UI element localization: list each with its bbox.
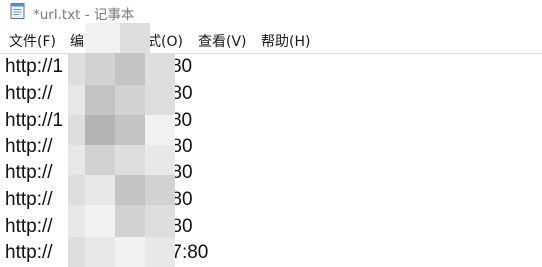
text-line: http:// 5:80 xyxy=(5,136,193,158)
line-prefix: http:// xyxy=(5,83,53,104)
text-line: http://1 3:80 xyxy=(5,110,192,132)
line-suffix: 1:80 xyxy=(155,216,193,237)
menu-view[interactable]: 查看(V) xyxy=(198,31,247,51)
line-suffix: 3:80 xyxy=(155,110,193,131)
line-suffix: 5:80 xyxy=(155,136,193,157)
line-suffix: 4:80 xyxy=(155,162,193,183)
line-prefix: http:// xyxy=(5,242,53,263)
menu-bar: 文件(F) 编辑(E) 格式(O) 查看(V) 帮助(H) xyxy=(0,29,542,51)
text-line: http:// 3:80 xyxy=(5,189,193,211)
line-prefix: http:// xyxy=(5,162,53,183)
text-line: http://1 7:80 xyxy=(5,56,192,78)
text-editor[interactable]: http://1 7:80 http:// 6:80 http://1 3:80 ht… xyxy=(0,53,542,267)
window-title: *url.txt - 记事本 xyxy=(33,7,135,23)
line-suffix: 6:80 xyxy=(155,83,193,104)
line-suffix: 7:80 xyxy=(155,56,193,77)
menu-help[interactable]: 帮助(H) xyxy=(261,31,310,51)
line-prefix: http://1 xyxy=(5,56,64,77)
line-prefix: http://1 xyxy=(5,110,64,131)
title-bar: *url.txt - 记事本 xyxy=(0,0,542,26)
notepad-window: *url.txt - 记事本 文件(F) 编辑(E) 格式(O) 查看(V) 帮… xyxy=(0,0,542,267)
notepad-icon xyxy=(10,3,25,19)
line-suffix: .87:80 xyxy=(155,242,209,263)
text-line: http:// 1:80 xyxy=(5,216,193,238)
line-prefix: http:// xyxy=(5,189,53,210)
text-line: http:// 6:80 xyxy=(5,83,193,105)
line-prefix: http:// xyxy=(5,136,53,157)
text-line: http:// .87:80 xyxy=(5,242,208,264)
line-prefix: http:// xyxy=(5,216,53,237)
menu-edit[interactable]: 编辑(E) xyxy=(70,31,118,51)
text-line: http:// 4:80 xyxy=(5,162,193,184)
menu-format[interactable]: 格式(O) xyxy=(133,31,183,51)
menu-file[interactable]: 文件(F) xyxy=(9,31,56,51)
line-suffix: 3:80 xyxy=(155,189,193,210)
